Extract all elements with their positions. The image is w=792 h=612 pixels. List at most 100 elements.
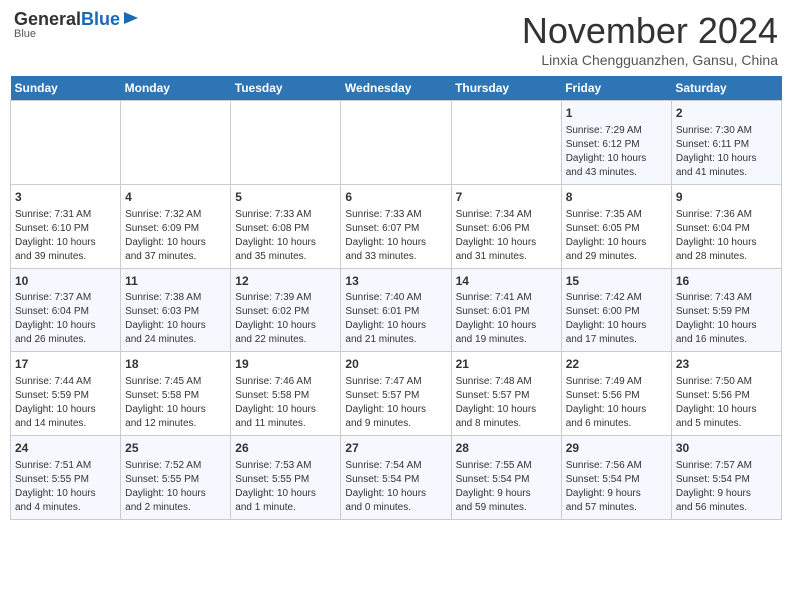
day-info: Sunrise: 7:32 AMSunset: 6:09 PMDaylight:… (125, 208, 226, 264)
month-title: November 2024 (522, 10, 778, 52)
day-number: 28 (456, 440, 557, 457)
day-info: Sunrise: 7:36 AMSunset: 6:04 PMDaylight:… (676, 208, 777, 264)
calendar-cell: 14Sunrise: 7:41 AMSunset: 6:01 PMDayligh… (451, 268, 561, 352)
day-info: Sunrise: 7:33 AMSunset: 6:08 PMDaylight:… (235, 208, 336, 264)
day-number: 29 (566, 440, 667, 457)
day-number: 10 (15, 273, 116, 290)
calendar-cell: 30 Sunrise: 7:57 AMSunset: 5:54 PMDayligh… (671, 436, 781, 520)
day-info: Sunrise: 7:52 AMSunset: 5:55 PMDaylight:… (125, 459, 226, 515)
day-info: Sunrise: 7:55 AMSunset: 5:54 PMDaylight:… (456, 459, 557, 515)
day-info: Sunrise: 7:54 AMSunset: 5:54 PMDaylight:… (345, 459, 446, 515)
calendar-cell: 5 Sunrise: 7:33 AMSunset: 6:08 PMDaylight… (231, 184, 341, 268)
calendar-cell: 26 Sunrise: 7:53 AMSunset: 5:55 PMDayligh… (231, 436, 341, 520)
calendar-cell: 28 Sunrise: 7:55 AMSunset: 5:54 PMDayligh… (451, 436, 561, 520)
day-number: 18 (125, 356, 226, 373)
day-of-week-header: Tuesday (231, 76, 341, 101)
day-info: Sunrise: 7:42 AMSunset: 6:00 PMDaylight:… (566, 291, 667, 347)
day-info: Sunrise: 7:49 AMSunset: 5:56 PMDaylight:… (566, 375, 667, 431)
day-number: 30 (676, 440, 777, 457)
day-number: 25 (125, 440, 226, 457)
day-number: 12 (235, 273, 336, 290)
calendar-cell: 19 Sunrise: 7:46 AMSunset: 5:58 PMDayligh… (231, 352, 341, 436)
day-of-week-header: Monday (121, 76, 231, 101)
day-of-week-header: Saturday (671, 76, 781, 101)
calendar-cell: 16Sunrise: 7:43 AMSunset: 5:59 PMDayligh… (671, 268, 781, 352)
day-info: Sunrise: 7:56 AMSunset: 5:54 PMDaylight:… (566, 459, 667, 515)
day-number: 16 (676, 273, 777, 290)
day-number: 19 (235, 356, 336, 373)
day-info: Sunrise: 7:48 AMSunset: 5:57 PMDaylight:… (456, 375, 557, 431)
day-number: 4 (125, 189, 226, 206)
calendar-cell: 18 Sunrise: 7:45 AMSunset: 5:58 PMDayligh… (121, 352, 231, 436)
title-block: November 2024 Linxia Chengguanzhen, Gans… (522, 10, 778, 68)
calendar-table: SundayMondayTuesdayWednesdayThursdayFrid… (10, 76, 782, 520)
day-info: Sunrise: 7:37 AMSunset: 6:04 PMDaylight:… (15, 291, 116, 347)
day-number: 7 (456, 189, 557, 206)
calendar-cell: 2 Sunrise: 7:30 AMSunset: 6:11 PMDaylight… (671, 101, 781, 185)
day-number: 17 (15, 356, 116, 373)
day-info: Sunrise: 7:46 AMSunset: 5:58 PMDaylight:… (235, 375, 336, 431)
calendar-cell: 1 Sunrise: 7:29 AMSunset: 6:12 PMDaylight… (561, 101, 671, 185)
location: Linxia Chengguanzhen, Gansu, China (522, 52, 778, 68)
day-info: Sunrise: 7:34 AMSunset: 6:06 PMDaylight:… (456, 208, 557, 264)
day-number: 8 (566, 189, 667, 206)
day-of-week-header: Wednesday (341, 76, 451, 101)
day-number: 5 (235, 189, 336, 206)
calendar-cell: 29 Sunrise: 7:56 AMSunset: 5:54 PMDayligh… (561, 436, 671, 520)
day-number: 26 (235, 440, 336, 457)
day-info: Sunrise: 7:47 AMSunset: 5:57 PMDaylight:… (345, 375, 446, 431)
calendar-cell (341, 101, 451, 185)
day-info: Sunrise: 7:40 AMSunset: 6:01 PMDaylight:… (345, 291, 446, 347)
calendar-cell: 22 Sunrise: 7:49 AMSunset: 5:56 PMDayligh… (561, 352, 671, 436)
day-info: Sunrise: 7:38 AMSunset: 6:03 PMDaylight:… (125, 291, 226, 347)
logo: GeneralBlue Blue (14, 10, 140, 40)
calendar-cell: 25 Sunrise: 7:52 AMSunset: 5:55 PMDayligh… (121, 436, 231, 520)
calendar-cell: 7 Sunrise: 7:34 AMSunset: 6:06 PMDaylight… (451, 184, 561, 268)
day-number: 22 (566, 356, 667, 373)
calendar-cell: 8Sunrise: 7:35 AMSunset: 6:05 PMDaylight… (561, 184, 671, 268)
calendar-cell: 20 Sunrise: 7:47 AMSunset: 5:57 PMDayligh… (341, 352, 451, 436)
day-info: Sunrise: 7:50 AMSunset: 5:56 PMDaylight:… (676, 375, 777, 431)
day-number: 2 (676, 105, 777, 122)
day-number: 21 (456, 356, 557, 373)
day-info: Sunrise: 7:51 AMSunset: 5:55 PMDaylight:… (15, 459, 116, 515)
calendar-cell: 11Sunrise: 7:38 AMSunset: 6:03 PMDayligh… (121, 268, 231, 352)
day-info: Sunrise: 7:57 AMSunset: 5:54 PMDaylight:… (676, 459, 777, 515)
day-info: Sunrise: 7:43 AMSunset: 5:59 PMDaylight:… (676, 291, 777, 347)
day-number: 20 (345, 356, 446, 373)
calendar-cell: 13Sunrise: 7:40 AMSunset: 6:01 PMDayligh… (341, 268, 451, 352)
day-number: 11 (125, 273, 226, 290)
day-number: 15 (566, 273, 667, 290)
day-of-week-header: Thursday (451, 76, 561, 101)
day-info: Sunrise: 7:29 AMSunset: 6:12 PMDaylight:… (566, 124, 667, 180)
day-info: Sunrise: 7:30 AMSunset: 6:11 PMDaylight:… (676, 124, 777, 180)
day-number: 9 (676, 189, 777, 206)
day-info: Sunrise: 7:33 AMSunset: 6:07 PMDaylight:… (345, 208, 446, 264)
day-number: 1 (566, 105, 667, 122)
day-info: Sunrise: 7:41 AMSunset: 6:01 PMDaylight:… (456, 291, 557, 347)
day-of-week-header: Sunday (11, 76, 121, 101)
calendar-cell (11, 101, 121, 185)
day-info: Sunrise: 7:45 AMSunset: 5:58 PMDaylight:… (125, 375, 226, 431)
day-info: Sunrise: 7:39 AMSunset: 6:02 PMDaylight:… (235, 291, 336, 347)
calendar-cell: 4 Sunrise: 7:32 AMSunset: 6:09 PMDaylight… (121, 184, 231, 268)
calendar-cell: 3 Sunrise: 7:31 AMSunset: 6:10 PMDaylight… (11, 184, 121, 268)
day-number: 24 (15, 440, 116, 457)
day-number: 3 (15, 189, 116, 206)
calendar-cell: 9 Sunrise: 7:36 AMSunset: 6:04 PMDaylight… (671, 184, 781, 268)
day-info: Sunrise: 7:44 AMSunset: 5:59 PMDaylight:… (15, 375, 116, 431)
calendar-cell: 23 Sunrise: 7:50 AMSunset: 5:56 PMDayligh… (671, 352, 781, 436)
day-number: 14 (456, 273, 557, 290)
day-of-week-header: Friday (561, 76, 671, 101)
calendar-cell (451, 101, 561, 185)
day-info: Sunrise: 7:53 AMSunset: 5:55 PMDaylight:… (235, 459, 336, 515)
day-number: 23 (676, 356, 777, 373)
calendar-cell (121, 101, 231, 185)
day-info: Sunrise: 7:31 AMSunset: 6:10 PMDaylight:… (15, 208, 116, 264)
page-header: GeneralBlue Blue November 2024 Linxia Ch… (10, 10, 782, 68)
day-number: 13 (345, 273, 446, 290)
logo-arrow-icon (122, 9, 140, 27)
calendar-cell: 6Sunrise: 7:33 AMSunset: 6:07 PMDaylight… (341, 184, 451, 268)
calendar-cell: 15Sunrise: 7:42 AMSunset: 6:00 PMDayligh… (561, 268, 671, 352)
calendar-cell: 24 Sunrise: 7:51 AMSunset: 5:55 PMDayligh… (11, 436, 121, 520)
